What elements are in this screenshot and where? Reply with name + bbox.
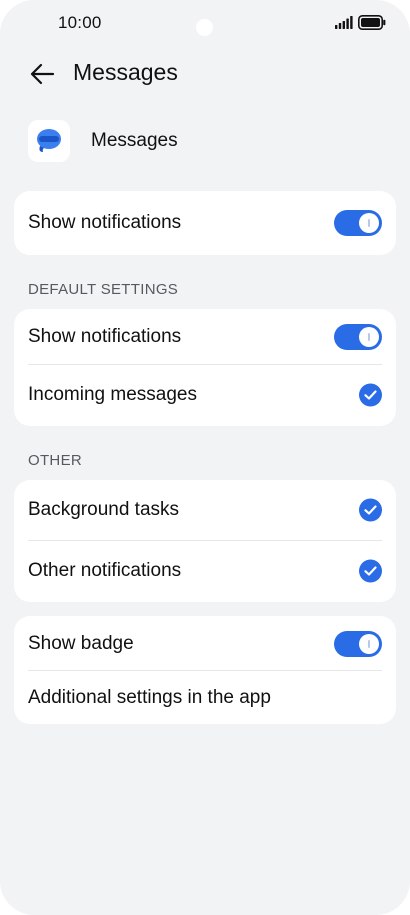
- other-heading: OTHER: [28, 452, 82, 469]
- default-settings-card: Show notifications Incoming messages: [14, 309, 396, 426]
- other-notifications-checkbox[interactable]: [359, 559, 382, 583]
- divider: [28, 540, 382, 541]
- app-name: Messages: [91, 130, 178, 151]
- show-badge-row[interactable]: Show badge: [14, 616, 396, 672]
- main-notifications-card: Show notifications: [14, 191, 396, 255]
- background-tasks-checkbox[interactable]: [359, 498, 382, 522]
- other-notifications-label: Other notifications: [28, 560, 182, 581]
- show-badge-label: Show badge: [28, 633, 134, 654]
- default-show-notifications-row[interactable]: Show notifications: [14, 309, 396, 365]
- default-settings-heading: DEFAULT SETTINGS: [28, 281, 179, 298]
- incoming-messages-label: Incoming messages: [28, 384, 197, 405]
- incoming-messages-checkbox[interactable]: [359, 383, 382, 407]
- camera-cutout: [196, 19, 213, 36]
- messages-app-icon: [28, 120, 70, 162]
- battery-icon: [358, 15, 386, 30]
- incoming-messages-row[interactable]: Incoming messages: [14, 367, 396, 423]
- header: Messages: [0, 52, 410, 96]
- background-tasks-label: Background tasks: [28, 499, 180, 520]
- toggle-knob: [359, 213, 379, 233]
- back-button[interactable]: [26, 58, 58, 90]
- signal-icon: [335, 16, 353, 29]
- extras-card: Show badge Additional settings in the ap…: [14, 616, 396, 724]
- toggle-knob: [359, 634, 379, 654]
- check-icon: [364, 566, 377, 576]
- app-info: Messages: [0, 118, 410, 166]
- additional-settings-label: Additional settings in the app: [28, 687, 271, 708]
- show-notifications-toggle[interactable]: [334, 210, 382, 236]
- other-notifications-row[interactable]: Other notifications: [14, 543, 396, 599]
- status-time: 10:00: [58, 13, 102, 32]
- toggle-knob: [359, 327, 379, 347]
- background-tasks-row[interactable]: Background tasks: [14, 482, 396, 538]
- check-icon: [364, 505, 377, 515]
- divider: [28, 364, 382, 365]
- show-notifications-row[interactable]: Show notifications: [14, 195, 396, 251]
- back-arrow-icon: [30, 63, 55, 85]
- show-badge-toggle[interactable]: [334, 631, 382, 657]
- show-notifications-label: Show notifications: [28, 212, 182, 233]
- phone-screen: 10:00 Messages Messages Show notificatio…: [0, 0, 410, 915]
- status-bar: 10:00: [0, 0, 410, 46]
- other-card: Background tasks Other notifications: [14, 480, 396, 602]
- check-icon: [364, 390, 377, 400]
- additional-settings-row[interactable]: Additional settings in the app: [14, 670, 396, 726]
- page-title: Messages: [73, 59, 178, 85]
- default-show-notifications-toggle[interactable]: [334, 324, 382, 350]
- default-show-notifications-label: Show notifications: [28, 326, 182, 347]
